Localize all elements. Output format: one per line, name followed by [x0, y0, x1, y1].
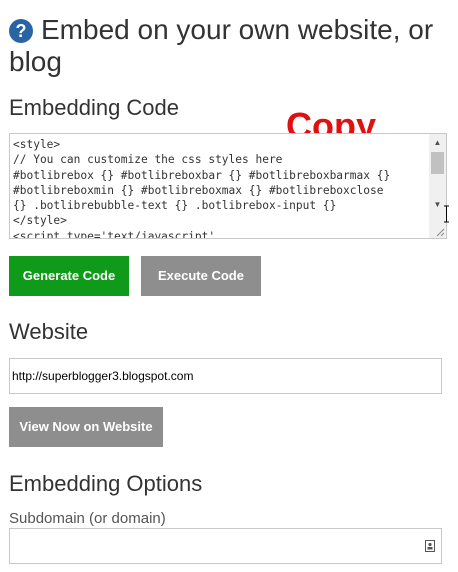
website-url-input[interactable]: http://superblogger3.blogspot.com: [9, 358, 442, 394]
page-title: Embed on your own website, or blog: [9, 14, 434, 77]
embedding-options-heading: Embedding Options: [9, 471, 203, 496]
contact-card-icon[interactable]: [425, 540, 435, 552]
website-heading: Website: [9, 319, 89, 344]
embedding-code-textarea[interactable]: <style> // You can customize the css sty…: [9, 133, 447, 239]
website-url-value: http://superblogger3.blogspot.com: [12, 369, 194, 383]
execute-code-button[interactable]: Execute Code: [141, 256, 261, 296]
arrow-up-icon[interactable]: ▲: [429, 134, 446, 151]
resize-grip-icon[interactable]: [435, 227, 445, 237]
view-on-website-button[interactable]: View Now on Website: [9, 407, 163, 447]
subdomain-input[interactable]: [9, 528, 442, 564]
subdomain-label: Subdomain (or domain): [9, 510, 166, 527]
generate-code-button[interactable]: Generate Code: [9, 256, 129, 296]
scroll-thumb[interactable]: [431, 152, 444, 174]
embedding-code-text: <style> // You can customize the css sty…: [13, 138, 391, 239]
text-cursor-icon: [444, 205, 449, 223]
embedding-code-heading: Embedding Code: [9, 95, 180, 120]
